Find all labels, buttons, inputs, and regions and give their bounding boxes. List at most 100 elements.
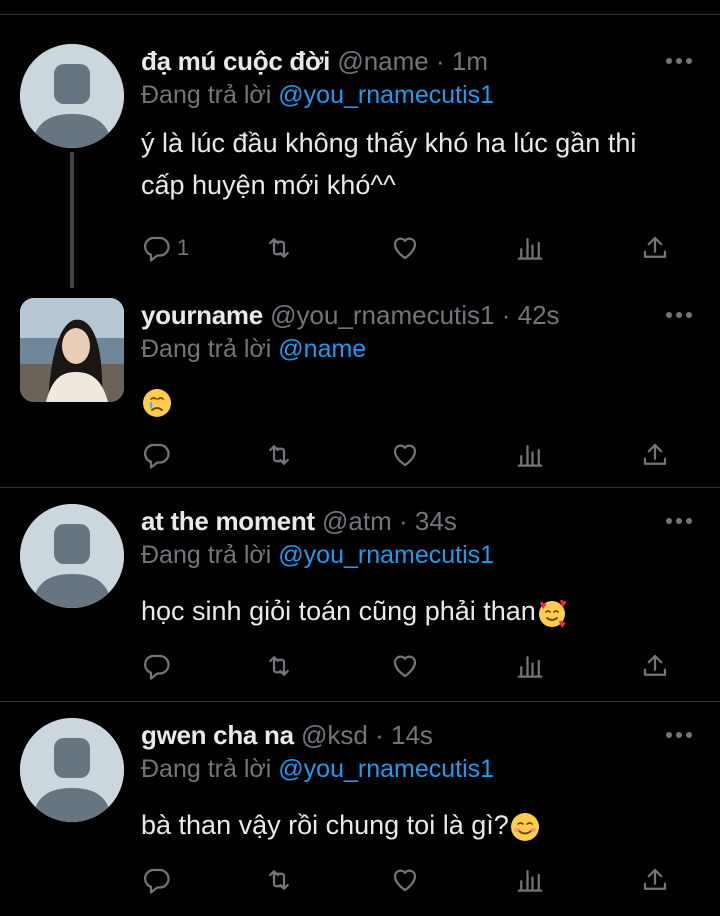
default-avatar-icon xyxy=(20,504,124,608)
user-handle[interactable]: @you_rnamecutis1 xyxy=(270,300,494,330)
thread-line xyxy=(70,152,74,288)
user-handle[interactable]: @name xyxy=(337,46,428,76)
share-button[interactable] xyxy=(640,863,670,897)
heart-icon xyxy=(393,869,417,892)
retweet-button[interactable] xyxy=(264,231,294,265)
share-button[interactable] xyxy=(640,649,670,683)
separator-dot: · xyxy=(375,720,384,750)
tweet-text: bà than vậy rồi chung toi là gì? xyxy=(141,804,701,846)
default-avatar[interactable] xyxy=(20,718,124,822)
like-button[interactable] xyxy=(390,231,420,265)
replying-to: Đang trả lời @you_rnamecutis1 xyxy=(141,78,494,112)
replying-to-label: Đang trả lời xyxy=(141,755,272,783)
retweet-button[interactable] xyxy=(264,438,294,472)
tweet-actions xyxy=(0,649,720,683)
display-name[interactable]: gwen cha na xyxy=(141,720,294,750)
display-name[interactable]: đạ mú cuộc đời xyxy=(141,46,330,76)
tweet-text: học sinh giỏi toán cũng phải than xyxy=(141,590,701,632)
top-divider xyxy=(0,14,720,15)
views-button[interactable] xyxy=(515,231,545,265)
tweet-header: gwen cha na @ksd · 14s xyxy=(141,718,433,752)
tweet-divider xyxy=(0,701,720,702)
more-options-icon[interactable] xyxy=(664,730,694,740)
retweet-button[interactable] xyxy=(264,863,294,897)
tweet-actions: 1 xyxy=(0,231,720,265)
display-name[interactable]: yourname xyxy=(141,300,263,330)
default-avatar[interactable] xyxy=(20,44,124,148)
tweet-text xyxy=(141,380,701,422)
replying-to-label: Đang trả lời xyxy=(141,335,272,363)
reply-icon xyxy=(144,236,170,262)
timestamp[interactable]: 1m xyxy=(452,46,488,76)
tweet-actions xyxy=(0,438,720,472)
more-options-icon[interactable] xyxy=(664,310,694,320)
mention-link[interactable]: @name xyxy=(278,335,366,363)
reply-count: 1 xyxy=(177,235,190,260)
default-avatar-icon xyxy=(20,718,124,822)
mention-link[interactable]: @you_rnamecutis1 xyxy=(278,81,494,109)
default-avatar[interactable] xyxy=(20,504,124,608)
tweet-text-line: cấp huyện mới khó^^ xyxy=(141,170,396,200)
tweet-header: đạ mú cuộc đời @name · 1m xyxy=(141,44,488,78)
display-name[interactable]: at the moment xyxy=(141,506,315,536)
retweet-icon xyxy=(269,656,289,676)
reply-button[interactable] xyxy=(141,438,171,472)
reply-button[interactable]: 1 xyxy=(141,231,189,265)
retweet-icon xyxy=(269,870,289,890)
share-button[interactable] xyxy=(640,231,670,265)
tweet-text: ý là lúc đầu không thấy khó ha lúc gần t… xyxy=(141,122,701,206)
retweet-button[interactable] xyxy=(264,649,294,683)
holding-back-tears-emoji xyxy=(143,388,171,417)
replying-to-label: Đang trả lời xyxy=(141,81,272,109)
views-button[interactable] xyxy=(515,438,545,472)
replying-to: Đang trả lời @you_rnamecutis1 xyxy=(141,752,494,786)
heart-icon xyxy=(393,655,417,678)
like-button[interactable] xyxy=(390,863,420,897)
separator-dot: · xyxy=(399,506,408,536)
smiling-face-emoji xyxy=(510,812,539,841)
reply-button[interactable] xyxy=(141,863,171,897)
views-button[interactable] xyxy=(515,649,545,683)
share-icon xyxy=(643,236,667,258)
heart-icon xyxy=(393,444,417,467)
user-handle[interactable]: @atm xyxy=(322,506,392,536)
tweet-text-line: ý là lúc đầu không thấy khó ha lúc gần t… xyxy=(141,128,637,158)
replying-to: Đang trả lời @you_rnamecutis1 xyxy=(141,538,494,572)
default-avatar-icon xyxy=(20,44,124,148)
more-options-icon[interactable] xyxy=(664,516,694,526)
mention-link[interactable]: @you_rnamecutis1 xyxy=(278,755,494,783)
tweet-text-content: học sinh giỏi toán cũng phải than xyxy=(141,596,536,626)
mention-link[interactable]: @you_rnamecutis1 xyxy=(278,541,494,569)
more-options-icon[interactable] xyxy=(664,56,694,66)
like-button[interactable] xyxy=(390,649,420,683)
replying-to-label: Đang trả lời xyxy=(141,541,272,569)
share-icon xyxy=(643,443,667,465)
profile-photo xyxy=(20,298,124,402)
timestamp[interactable]: 42s xyxy=(518,300,560,330)
tweet-header: yourname @you_rnamecutis1 · 42s xyxy=(141,298,560,332)
views-icon xyxy=(517,656,543,678)
views-icon xyxy=(517,238,543,260)
tweet-divider xyxy=(0,487,720,488)
share-button[interactable] xyxy=(640,438,670,472)
user-handle[interactable]: @ksd xyxy=(301,720,368,750)
timestamp[interactable]: 14s xyxy=(391,720,433,750)
share-icon xyxy=(643,868,667,890)
reply-icon xyxy=(144,654,170,680)
smiling-face-with-hearts-emoji xyxy=(538,599,566,628)
replying-to: Đang trả lời @name xyxy=(141,332,366,366)
views-button[interactable] xyxy=(515,863,545,897)
reply-button[interactable] xyxy=(141,649,171,683)
separator-dot: · xyxy=(436,46,445,76)
heart-icon xyxy=(393,237,417,260)
tweet-text-content: bà than vậy rồi chung toi là gì? xyxy=(141,810,509,840)
reply-icon xyxy=(144,443,170,469)
retweet-icon xyxy=(269,445,289,465)
views-icon xyxy=(517,870,543,892)
timestamp[interactable]: 34s xyxy=(415,506,457,536)
like-button[interactable] xyxy=(390,438,420,472)
reply-icon xyxy=(144,868,170,894)
tweet-actions xyxy=(0,863,720,897)
separator-dot: · xyxy=(501,300,511,330)
photo-avatar[interactable] xyxy=(20,298,124,402)
